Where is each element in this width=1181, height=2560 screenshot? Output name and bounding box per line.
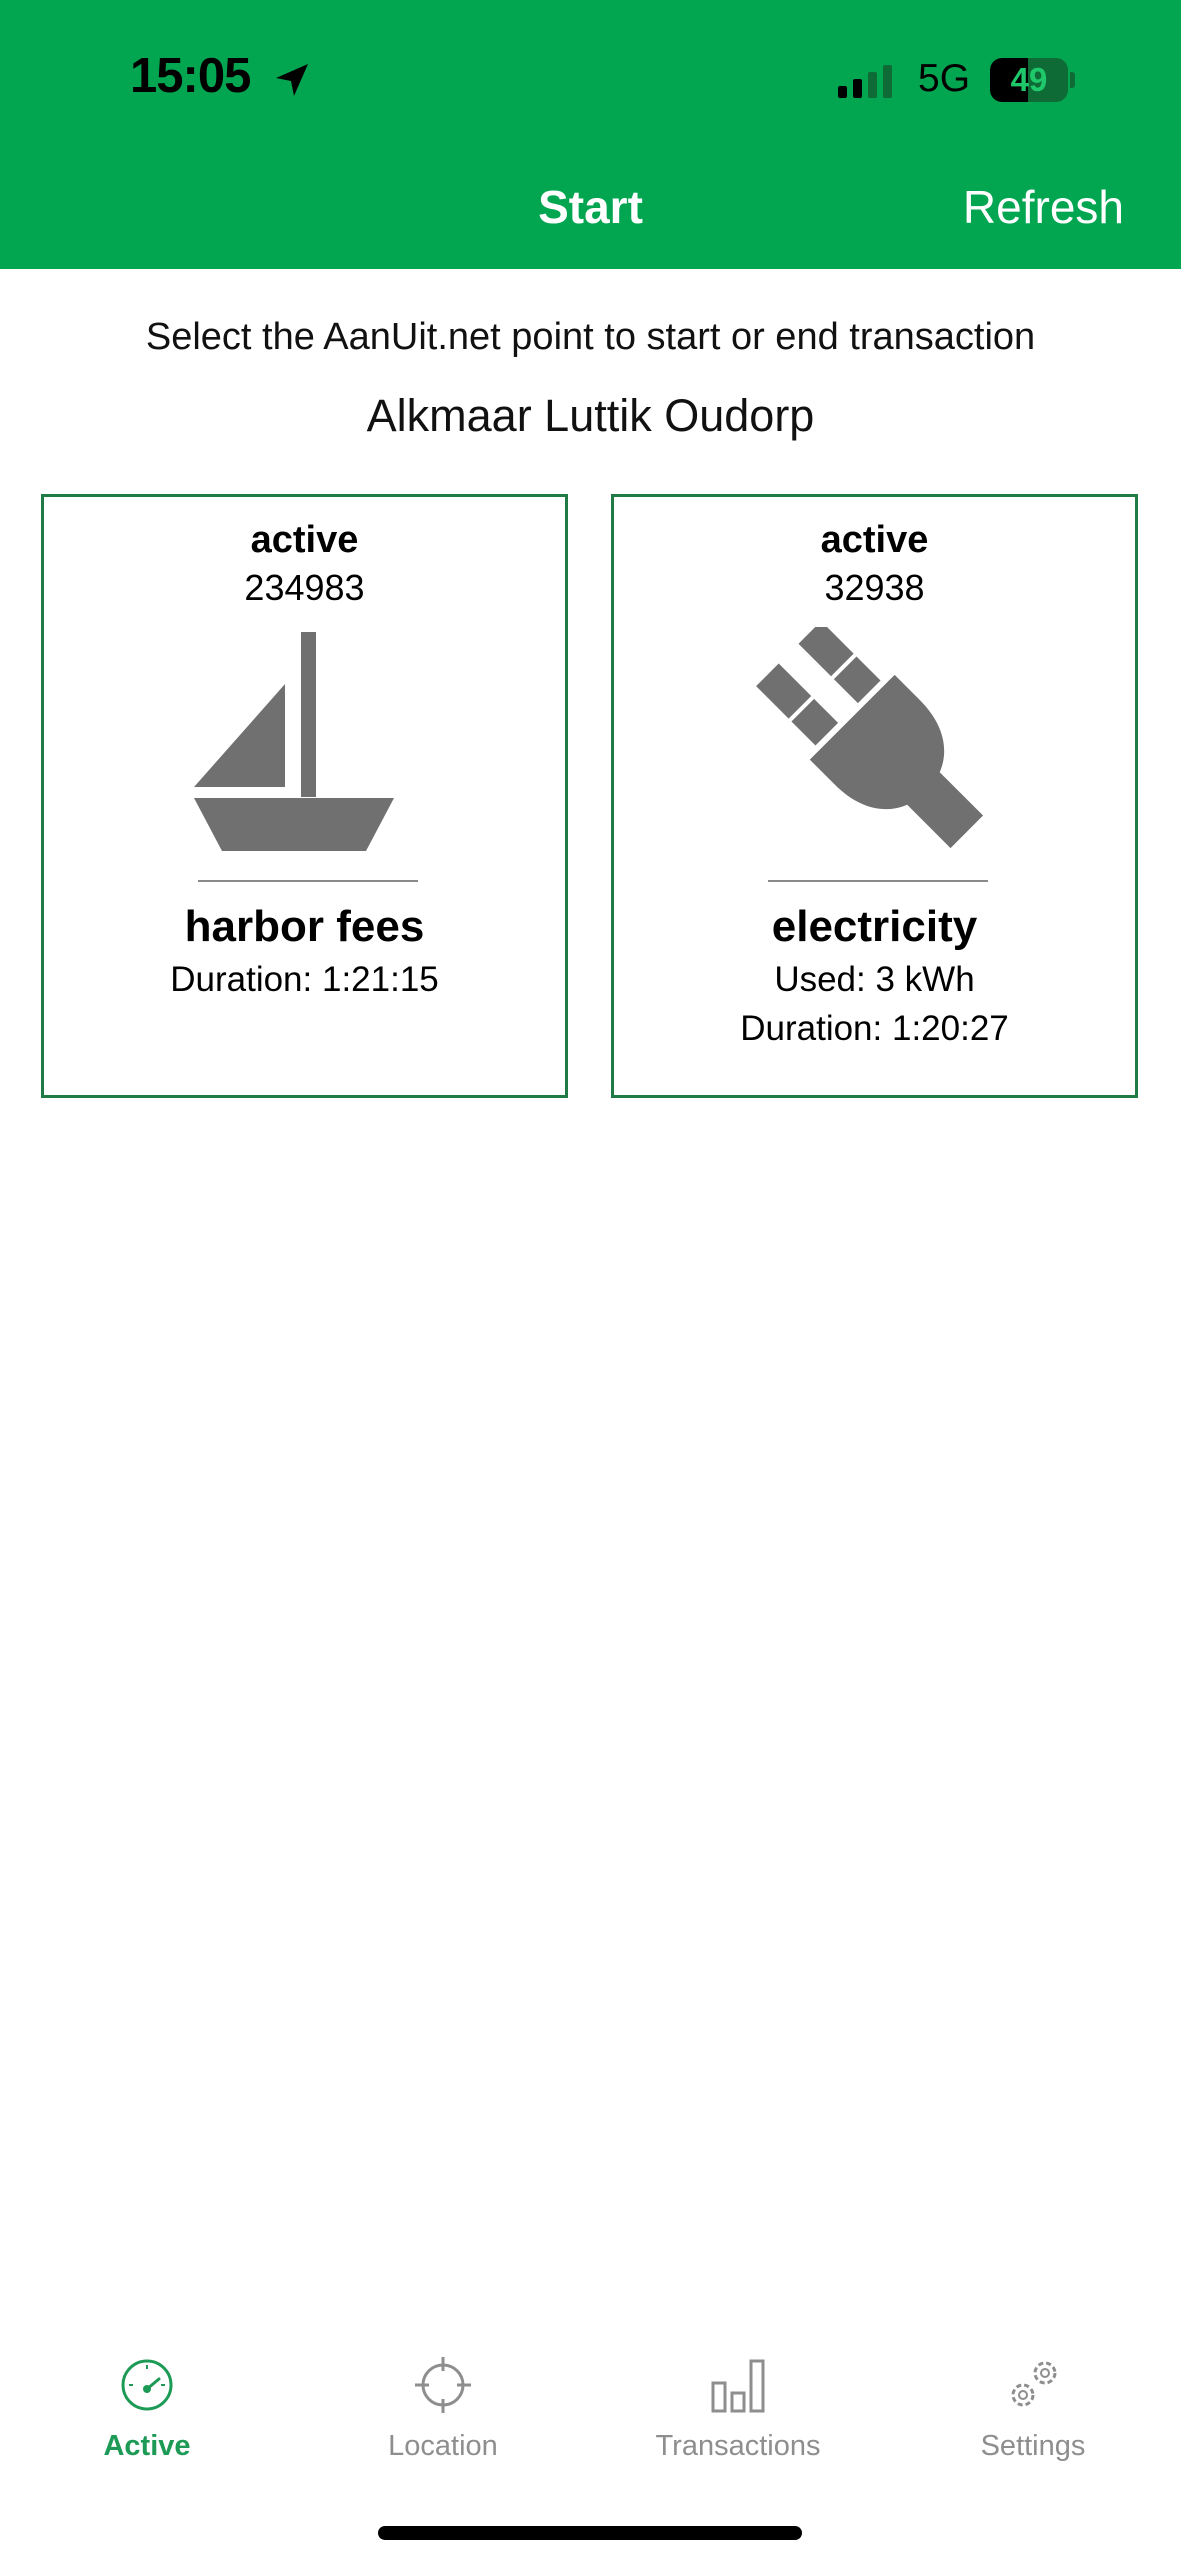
network-type: 5G	[918, 57, 971, 100]
tab-location[interactable]: Location	[313, 2330, 573, 2470]
app-header: 15:05 5G 49 Start Refresh	[0, 0, 1181, 269]
battery-indicator: 49	[990, 58, 1075, 104]
tab-label: Location	[388, 2430, 498, 2462]
tab-settings[interactable]: Settings	[903, 2330, 1163, 2470]
service-card-electricity[interactable]: active 32938 electricity Used: 3 kWh Dur…	[611, 494, 1138, 1098]
service-card-harbor-fees[interactable]: active 234983 harbor fees Duration: 1:21…	[41, 494, 568, 1098]
card-divider	[768, 880, 988, 882]
battery-level-text: 49	[1010, 61, 1048, 98]
card-duration: Duration: 1:20:27	[740, 1009, 1009, 1048]
bar-chart-icon	[711, 2359, 765, 2413]
status-time: 15:05	[130, 49, 251, 103]
tab-label: Settings	[980, 2430, 1086, 2462]
card-id: 32938	[824, 567, 925, 608]
crosshair-icon	[415, 2357, 471, 2413]
tab-label: Active	[103, 2430, 191, 2462]
card-status: active	[250, 519, 359, 561]
card-service-name: electricity	[771, 902, 978, 951]
card-divider	[198, 880, 418, 882]
tab-label: Transactions	[655, 2430, 821, 2462]
sailboat-icon	[194, 632, 394, 851]
tab-bar: Active Location Transactions Settings	[0, 2330, 1181, 2490]
location-name: Alkmaar Luttik Oudorp	[366, 390, 815, 441]
card-service-name: harbor fees	[184, 902, 425, 951]
refresh-button[interactable]: Refresh	[963, 180, 1124, 234]
signal-icon	[838, 65, 892, 98]
gears-icon	[1011, 2361, 1057, 2407]
plug-icon	[756, 627, 984, 849]
tab-active[interactable]: Active	[17, 2330, 277, 2470]
card-usage: Used: 3 kWh	[774, 960, 975, 999]
speedometer-icon	[121, 2359, 173, 2411]
card-status: active	[820, 519, 929, 561]
home-indicator	[378, 2526, 802, 2540]
instruction-text: Select the AanUit.net point to start or …	[145, 316, 1036, 358]
card-duration: Duration: 1:21:15	[170, 960, 439, 999]
card-id: 234983	[244, 567, 365, 608]
tab-transactions[interactable]: Transactions	[608, 2330, 868, 2470]
location-arrow-icon	[276, 64, 308, 96]
